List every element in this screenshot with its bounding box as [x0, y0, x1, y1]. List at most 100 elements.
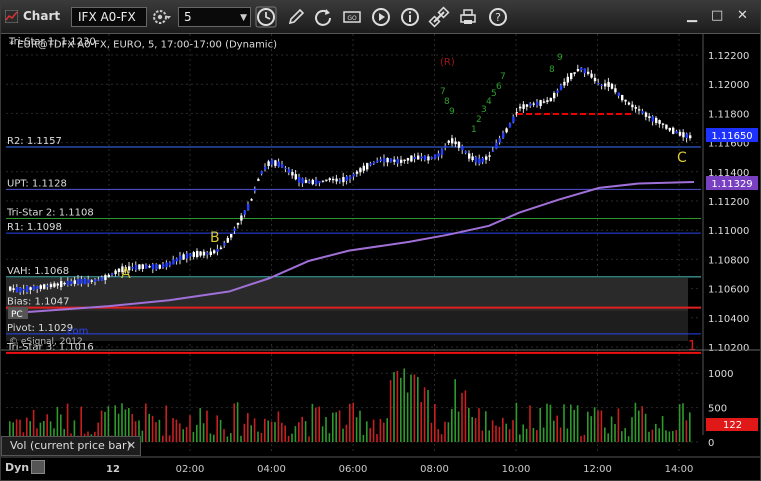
candle-body — [525, 104, 529, 107]
candle-body — [396, 158, 399, 164]
volume-bar — [546, 403, 548, 442]
volume-bar — [219, 419, 222, 442]
candle-body — [386, 157, 389, 163]
volume-bar — [148, 413, 150, 442]
play-icon[interactable] — [370, 6, 392, 28]
volume-bar — [243, 423, 246, 442]
candle-body — [553, 92, 556, 99]
candle-body — [519, 106, 522, 109]
esignal-watermark: © eSignal, 2012 — [9, 337, 83, 347]
volume-bar — [502, 417, 504, 442]
chart-app-icon — [5, 10, 18, 23]
candle-body — [291, 172, 294, 176]
candle-body — [464, 151, 467, 154]
volume-bar — [308, 436, 310, 442]
volume-bar — [471, 417, 473, 442]
volume-bar — [559, 427, 562, 442]
candle-body — [644, 112, 648, 117]
candle-body — [434, 154, 437, 159]
lock-icon[interactable] — [31, 460, 45, 474]
level-label: R2: 1.1157 — [7, 136, 62, 147]
td-count-label: 9 — [449, 107, 455, 117]
td-count-label: 8 — [549, 65, 555, 75]
refresh-icon[interactable] — [312, 6, 334, 28]
candle-body — [488, 155, 491, 157]
volume-bar — [230, 433, 232, 442]
symbol-input[interactable]: IFX A0-FX — [71, 7, 147, 27]
volume-bar — [587, 411, 589, 442]
help-icon[interactable]: ? — [487, 6, 509, 28]
level-label: Bias: 1.1047 — [7, 297, 70, 308]
volume-bar — [508, 429, 511, 442]
volume-bar — [539, 407, 541, 442]
volume-bar — [250, 425, 252, 442]
candle-body — [474, 157, 478, 163]
candle-body — [393, 159, 396, 162]
candle-body — [206, 252, 209, 255]
candle-body — [270, 159, 274, 165]
volume-bar — [461, 392, 463, 442]
interval-select[interactable]: 5 ▼ — [178, 7, 251, 27]
volume-bar — [607, 433, 609, 442]
candle-body — [352, 173, 355, 177]
candle-body — [141, 264, 144, 269]
volume-bar — [366, 421, 368, 442]
link-icon[interactable] — [428, 6, 450, 28]
minimize-button[interactable]: ▁ — [687, 8, 697, 23]
volume-bar — [529, 405, 531, 442]
price-chart[interactable]: R2: 1.1157 UPT: 1.1128 Tri-Star 2: 1.1108 R… — [1, 34, 760, 480]
candle-body — [43, 284, 46, 289]
candle-body — [182, 254, 185, 260]
candle-body — [610, 83, 614, 89]
print-icon[interactable] — [457, 6, 479, 28]
candle-body — [440, 148, 444, 155]
label-pc: PC — [11, 310, 23, 320]
candle-body — [457, 141, 461, 148]
volume-bar — [277, 411, 280, 442]
candle-body — [355, 171, 359, 174]
study-icon[interactable]: GO — [341, 6, 363, 28]
candle-body — [600, 84, 603, 87]
chart-area[interactable]: R2: 1.1157 UPT: 1.1128 Tri-Star 2: 1.1108 R… — [1, 34, 760, 480]
candle-body — [546, 100, 549, 102]
volume-bar — [226, 436, 229, 442]
dynamic-scale-button[interactable]: Dyn — [5, 461, 29, 474]
clock-icon[interactable] — [255, 6, 277, 28]
candle-body — [359, 168, 362, 173]
candle-body — [192, 252, 195, 257]
pencil-icon[interactable] — [285, 6, 307, 28]
volume-tick-label: 0 — [708, 438, 714, 449]
volume-bar — [379, 418, 382, 442]
symbol-settings-icon[interactable] — [152, 8, 172, 26]
volume-bar — [583, 434, 586, 442]
candle-body — [597, 82, 600, 85]
candle-body — [209, 251, 212, 256]
volume-bar — [420, 401, 422, 442]
close-icon[interactable]: ✕ — [127, 437, 136, 455]
volume-bar — [386, 418, 388, 442]
volume-bar — [383, 422, 385, 442]
volume-panel-label[interactable]: Vol (current price bar) ✕ — [1, 436, 141, 456]
volume-bar — [457, 411, 460, 442]
candle-body — [447, 140, 450, 143]
maximize-button[interactable]: □ — [711, 8, 723, 23]
candle-body — [621, 95, 624, 101]
candle-body — [451, 138, 454, 144]
volume-bar — [430, 422, 433, 442]
volume-bar — [141, 430, 144, 442]
candle-body — [189, 253, 192, 257]
volume-bar — [345, 424, 348, 442]
volume-bar — [321, 426, 324, 442]
candle-body — [36, 286, 39, 290]
info-icon[interactable] — [399, 6, 421, 28]
volume-bar — [175, 419, 178, 442]
candle-body — [369, 163, 372, 166]
volume-bar — [570, 404, 572, 442]
candle-body — [321, 180, 325, 182]
candle-body — [406, 158, 410, 161]
volume-bar — [491, 420, 494, 442]
volume-bar — [223, 429, 225, 442]
close-button[interactable]: ✕ — [737, 8, 748, 23]
volume-bar — [338, 410, 341, 442]
candle-body — [325, 179, 328, 181]
